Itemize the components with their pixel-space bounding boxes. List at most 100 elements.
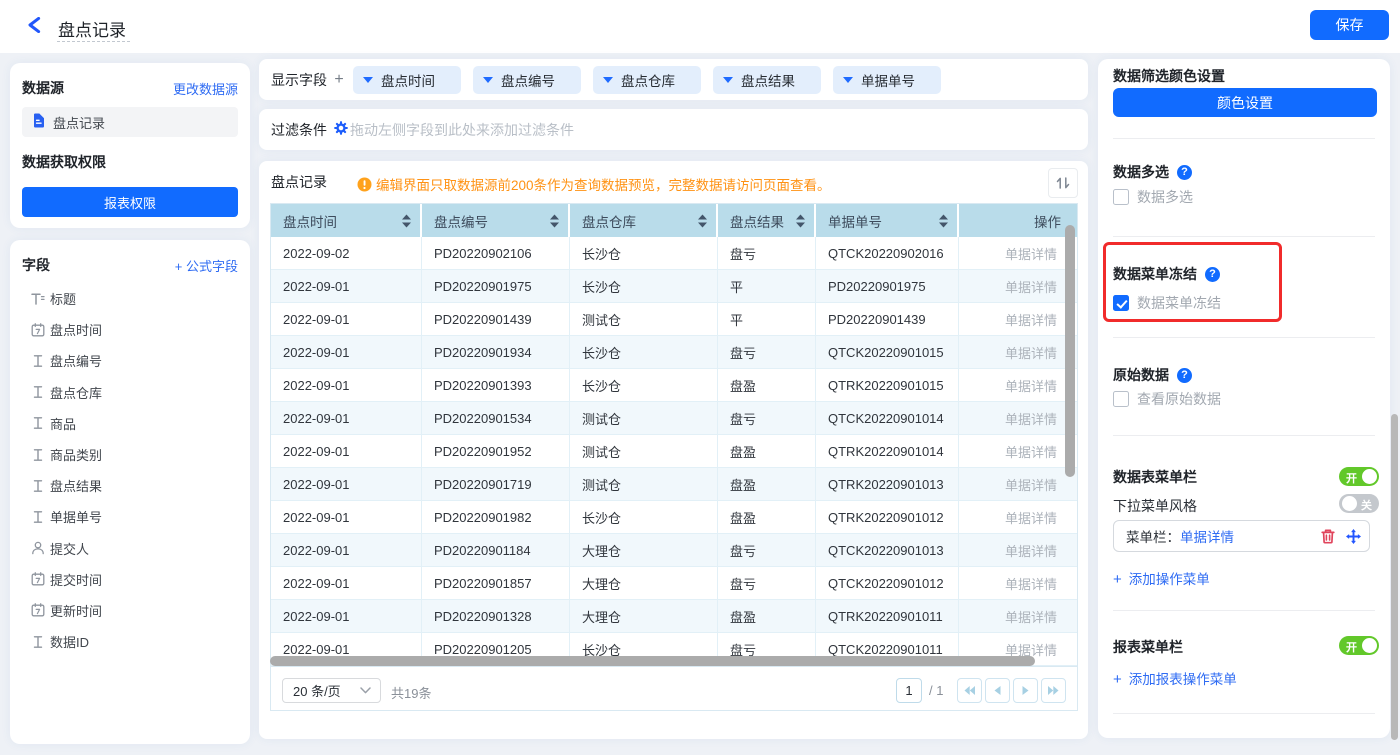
table-cell: QTRK20220901013: [816, 468, 959, 501]
column-header[interactable]: 盘点编号: [422, 204, 570, 237]
row-action-link[interactable]: 单据详情: [959, 534, 1077, 567]
menu-item-value[interactable]: 单据详情: [1180, 526, 1234, 546]
filter-placeholder[interactable]: 拖动左侧字段到此处来添加过滤条件: [350, 120, 574, 140]
add-report-menu-link[interactable]: +添加报表操作菜单: [1113, 668, 1237, 688]
row-action-link[interactable]: 单据详情: [959, 402, 1077, 435]
title-underline: [57, 41, 130, 42]
divider: [1113, 236, 1375, 237]
datasource-item-label: 盘点记录: [53, 113, 105, 132]
caret-down-icon: [723, 77, 733, 83]
gear-icon[interactable]: [334, 121, 348, 138]
row-action-link[interactable]: 单据详情: [959, 369, 1077, 402]
help-icon[interactable]: ?: [1177, 368, 1192, 383]
horizontal-scrollbar-thumb[interactable]: [270, 656, 1035, 666]
move-icon[interactable]: [1346, 529, 1361, 544]
filter-card: 过滤条件 拖动左侧字段到此处来添加过滤条件: [259, 109, 1088, 150]
add-display-field-icon[interactable]: +: [333, 71, 345, 89]
report-menu-toggle[interactable]: 开: [1339, 636, 1379, 655]
help-icon[interactable]: ?: [1177, 165, 1192, 180]
column-header[interactable]: 操作: [959, 204, 1077, 237]
field-item[interactable]: 商品: [22, 408, 238, 439]
table-row: 2022-09-02PD20220902106长沙仓盘亏QTCK20220902…: [271, 237, 1077, 270]
toggle-state-label: 开: [1346, 639, 1357, 655]
help-icon[interactable]: ?: [1205, 267, 1220, 282]
display-field-chip[interactable]: 盘点仓库: [593, 66, 701, 94]
display-field-chip[interactable]: 盘点编号: [473, 66, 581, 94]
last-page-button[interactable]: [1041, 678, 1066, 703]
field-item[interactable]: 商品类别: [22, 439, 238, 470]
field-item[interactable]: 盘点仓库: [22, 377, 238, 408]
back-icon[interactable]: [26, 17, 42, 33]
raw-data-checkbox[interactable]: [1113, 391, 1129, 407]
trash-icon[interactable]: [1321, 529, 1335, 544]
page-number-input[interactable]: [896, 678, 922, 703]
field-item[interactable]: 数据ID: [22, 626, 238, 657]
column-header[interactable]: 盘点仓库: [570, 204, 718, 237]
field-item[interactable]: 盘点编号: [22, 345, 238, 376]
menu-freeze-label: 数据菜单冻结: [1137, 293, 1221, 313]
row-action-link[interactable]: 单据详情: [959, 501, 1077, 534]
menu-freeze-checkbox[interactable]: [1113, 295, 1129, 311]
field-item[interactable]: 盘点时间: [22, 314, 238, 345]
document-icon: [32, 113, 46, 131]
row-action-link[interactable]: 单据详情: [959, 600, 1077, 633]
table-row: 2022-09-01PD20220901719测试仓盘盈QTRK20220901…: [271, 468, 1077, 501]
column-sort-icon[interactable]: [401, 214, 412, 228]
change-datasource-link[interactable]: 更改数据源: [173, 79, 238, 98]
chip-label: 盘点仓库: [621, 70, 675, 90]
page-scrollbar-thumb[interactable]: [1391, 414, 1398, 740]
page-size-select[interactable]: 20 条/页: [282, 678, 381, 703]
next-page-button[interactable]: [1013, 678, 1038, 703]
report-permission-button[interactable]: 报表权限: [22, 187, 238, 217]
column-sort-icon[interactable]: [938, 214, 949, 228]
field-item[interactable]: 单据单号: [22, 501, 238, 532]
page-title[interactable]: 盘点记录: [58, 16, 126, 41]
table-cell: 平: [718, 303, 816, 336]
divider: [1113, 713, 1375, 714]
table-menu-toggle[interactable]: 开: [1339, 467, 1379, 486]
column-sort-icon[interactable]: [795, 214, 806, 228]
row-action-link[interactable]: 单据详情: [959, 468, 1077, 501]
display-field-chip[interactable]: 盘点结果: [713, 66, 821, 94]
add-formula-field-link[interactable]: + 公式字段: [175, 256, 238, 275]
row-action-link[interactable]: 单据详情: [959, 567, 1077, 600]
table-vertical-scrollbar-thumb[interactable]: [1065, 225, 1075, 477]
table-cell: QTCK20220901013: [816, 534, 959, 567]
table-cell: PD20220902106: [422, 237, 570, 270]
table-cell: 2022-09-01: [271, 303, 422, 336]
sort-order-button[interactable]: [1048, 168, 1078, 198]
table-cell: PD20220901934: [422, 336, 570, 369]
field-item[interactable]: 提交时间: [22, 564, 238, 595]
field-item[interactable]: 更新时间: [22, 595, 238, 626]
column-header[interactable]: 盘点结果: [718, 204, 816, 237]
column-sort-icon[interactable]: [549, 214, 560, 228]
datasource-item[interactable]: 盘点记录: [22, 107, 238, 137]
table-cell: 盘亏: [718, 402, 816, 435]
row-action-link[interactable]: 单据详情: [959, 237, 1077, 270]
row-action-link[interactable]: 单据详情: [959, 435, 1077, 468]
display-field-chip[interactable]: 盘点时间: [353, 66, 461, 94]
row-action-link[interactable]: 单据详情: [959, 270, 1077, 303]
row-action-link[interactable]: 单据详情: [959, 336, 1077, 369]
prev-page-button[interactable]: [985, 678, 1010, 703]
save-button[interactable]: 保存: [1310, 10, 1389, 40]
raw-data-label: 查看原始数据: [1137, 389, 1221, 409]
row-action-link[interactable]: 单据详情: [959, 303, 1077, 336]
multi-select-checkbox[interactable]: [1113, 189, 1129, 205]
add-action-menu-link[interactable]: +添加操作菜单: [1113, 568, 1210, 588]
menu-item-box[interactable]: 菜单栏： 单据详情: [1113, 520, 1370, 552]
table-cell: QTRK20220901011: [816, 600, 959, 633]
field-item[interactable]: 提交人: [22, 533, 238, 564]
color-settings-button[interactable]: 颜色设置: [1113, 88, 1377, 117]
dropdown-style-toggle[interactable]: 关: [1339, 494, 1379, 513]
column-header[interactable]: 单据单号: [816, 204, 959, 237]
display-field-chip[interactable]: 单据单号: [833, 66, 941, 94]
column-sort-icon[interactable]: [697, 214, 708, 228]
total-count: 共19条: [391, 683, 431, 702]
column-header[interactable]: 盘点时间: [271, 204, 422, 237]
toggle-state-label: 关: [1361, 497, 1372, 513]
field-item[interactable]: 标题: [22, 283, 238, 314]
field-item[interactable]: 盘点结果: [22, 470, 238, 501]
first-page-button[interactable]: [957, 678, 982, 703]
table-cell: PD20220901328: [422, 600, 570, 633]
